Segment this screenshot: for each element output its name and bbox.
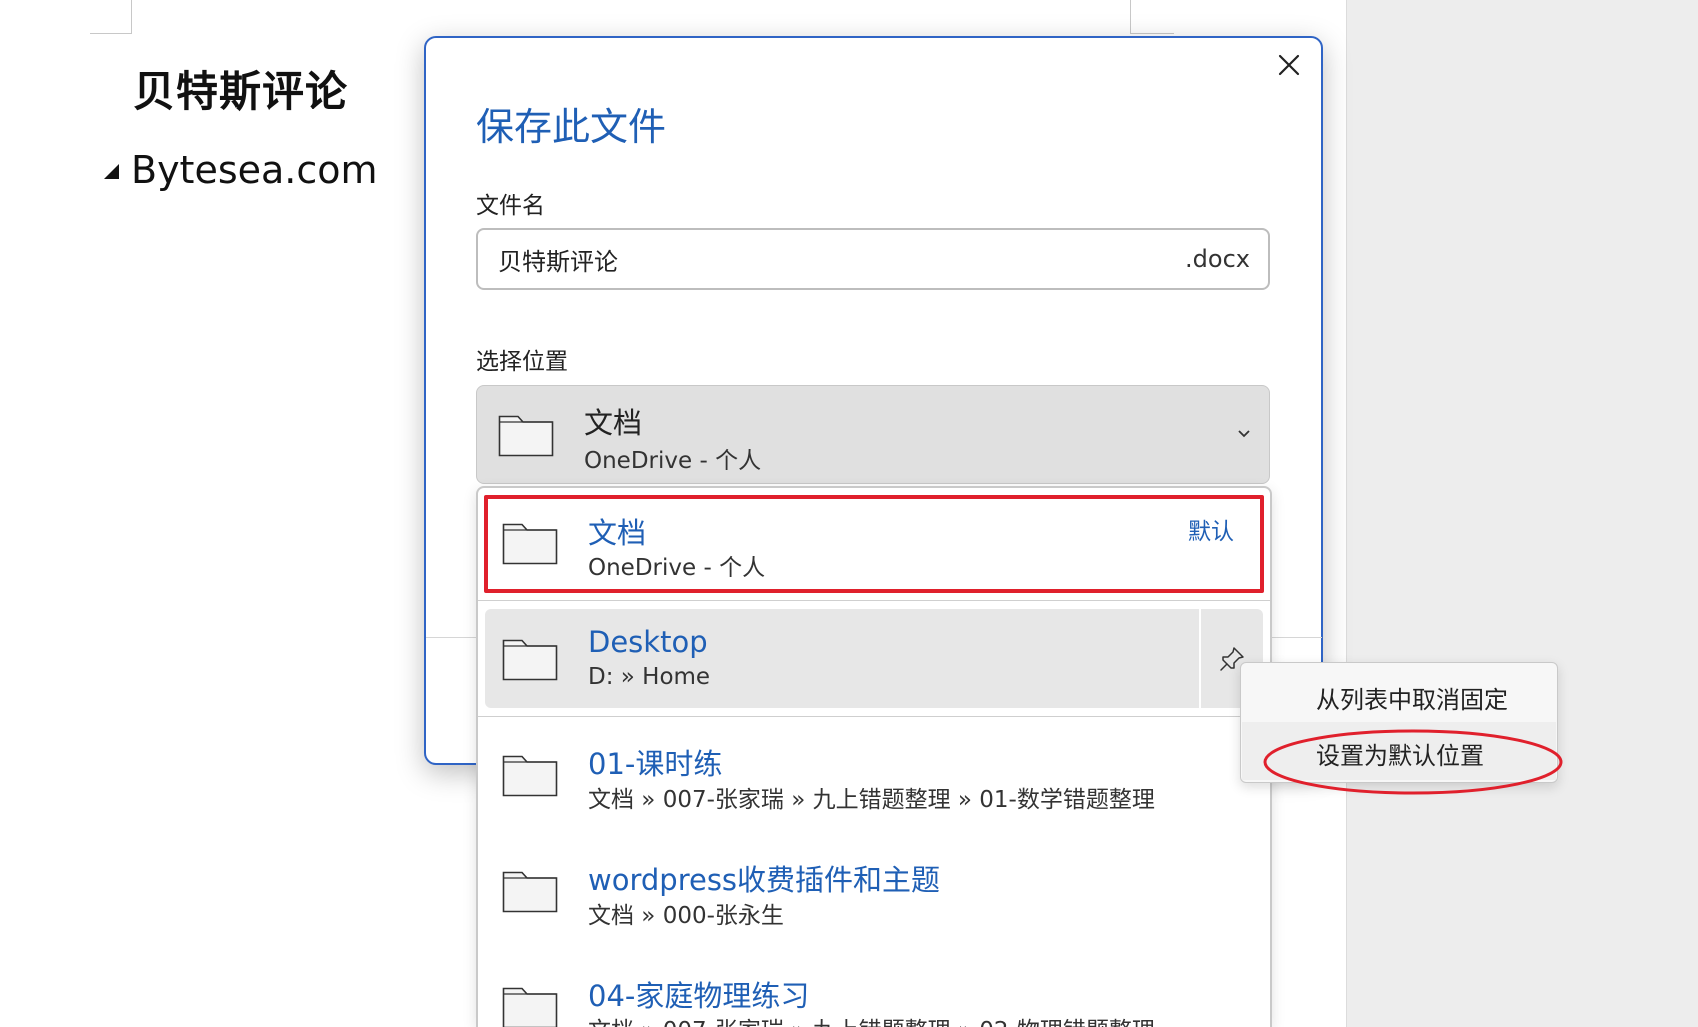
crop-mark [90, 33, 132, 34]
list-item-name: 01-课时练 [588, 747, 723, 781]
document-line-text: Bytesea.com [131, 148, 378, 192]
close-button[interactable] [1272, 48, 1306, 82]
filename-input[interactable]: 贝特斯评论 [498, 242, 618, 277]
filename-field[interactable]: 贝特斯评论 .docx [476, 228, 1270, 290]
document-heading: 贝特斯评论 [133, 67, 349, 116]
folder-icon [502, 871, 558, 913]
list-separator [478, 716, 1270, 717]
list-item-path: D: » Home [588, 664, 711, 690]
location-label: 选择位置 [476, 349, 568, 375]
close-icon [1278, 54, 1300, 76]
annotation-ellipse [1263, 729, 1563, 795]
folder-icon [498, 415, 554, 457]
dialog-title: 保存此文件 [476, 105, 667, 149]
list-item-path: 文档 » 007-张家瑞 » 九上错题整理 » 01-数学错题整理 [588, 787, 1155, 813]
context-menu-unpin[interactable]: 从列表中取消固定 [1316, 680, 1508, 715]
list-item-name: 文档 [588, 516, 647, 550]
crop-mark [131, 0, 132, 34]
list-item-name: 04-家庭物理练习 [588, 979, 810, 1013]
list-item-path: 文档 » 000-张永生 [588, 903, 784, 929]
app-window: 贝特斯评论 Bytesea.com 保存此文件 文件名 贝特斯评论 .docx … [0, 0, 1698, 1027]
filename-label: 文件名 [476, 193, 545, 219]
list-item-name: Desktop [588, 625, 708, 659]
crop-mark [1130, 33, 1174, 34]
list-separator [478, 600, 1270, 601]
document-margin-area [1346, 0, 1698, 1027]
folder-icon [502, 639, 558, 681]
list-item-name: wordpress收费插件和主题 [588, 863, 941, 897]
selected-location-name: 文档 [584, 406, 643, 440]
folder-icon [502, 523, 558, 565]
file-extension: .docx [1185, 245, 1250, 273]
document-outline-item[interactable]: Bytesea.com [104, 148, 378, 192]
selected-location-path: OneDrive - 个人 [584, 448, 762, 474]
list-item-path: OneDrive - 个人 [588, 555, 766, 581]
collapse-triangle-icon[interactable] [104, 163, 119, 179]
folder-icon [502, 755, 558, 797]
default-badge: 默认 [1188, 519, 1234, 545]
chevron-down-icon[interactable] [1236, 425, 1252, 441]
list-item-path: 文档 » 007-张家瑞 » 九上错题整理 » 02-物理错题整理 [588, 1011, 1155, 1027]
crop-mark [1130, 0, 1131, 34]
folder-icon [502, 987, 558, 1027]
